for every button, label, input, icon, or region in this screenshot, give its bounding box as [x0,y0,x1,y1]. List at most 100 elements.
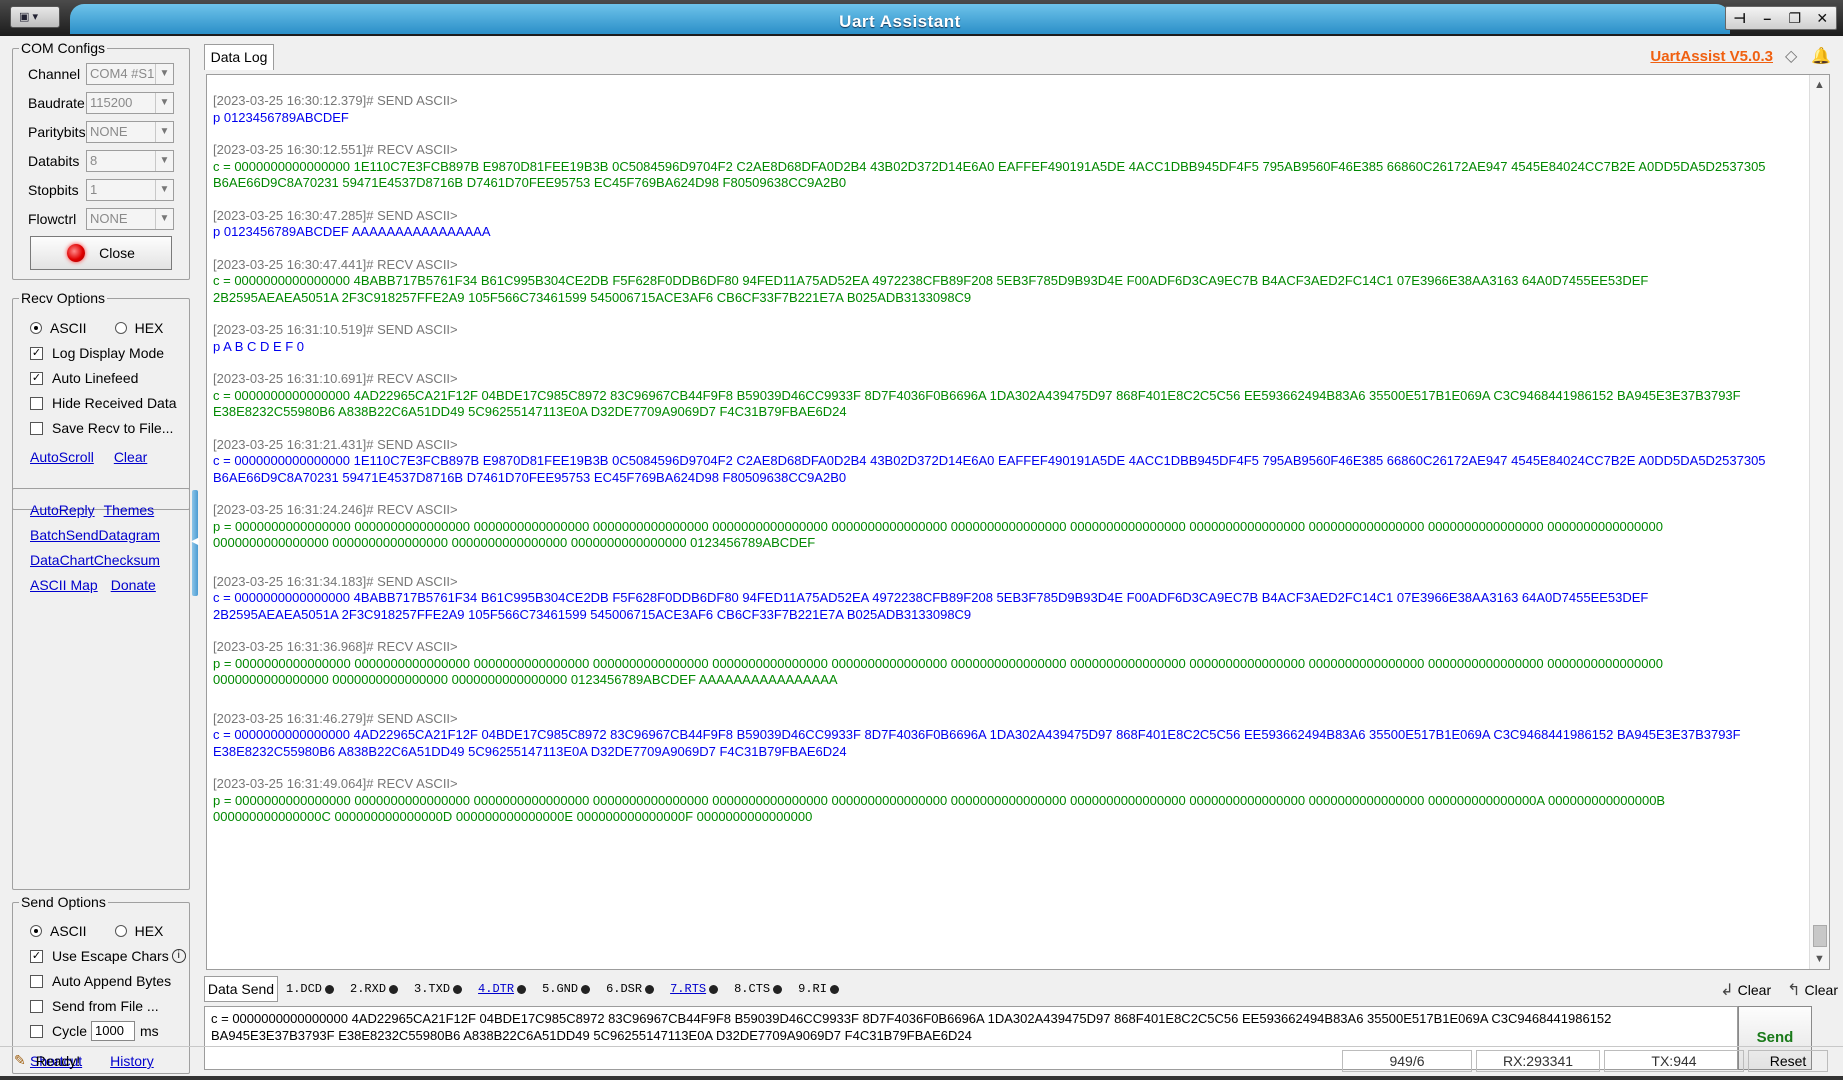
batch-send-link[interactable]: BatchSendDatagram [30,527,160,543]
ascii-map-link[interactable]: ASCII Map [30,577,98,593]
pin-indicator: 6.DSR [606,982,655,996]
append-checkbox[interactable] [30,974,43,988]
fromfile-row[interactable]: Send from File ... [30,994,159,1018]
com-configs-legend: COM Configs [21,40,106,56]
hide-recv-row[interactable]: Hide Received Data [30,391,177,415]
channel-row: Channel COM4 #S1 ▼ [28,62,174,86]
baudrate-select[interactable]: 115200 ▼ [86,92,174,114]
log-entry-header: [2023-03-25 16:30:47.441]# RECV ASCII> [213,256,458,272]
brand-link[interactable]: UartAssist V5.0.3 [1650,48,1773,65]
log-entry-line: p A B C D E F 0 [213,338,305,354]
recv-hex-radio[interactable] [114,322,127,334]
log-entry: [2023-03-25 16:30:47.441]# RECV ASCII> c … [213,257,1803,307]
status-bar: ✎ Ready! 949/6 RX:293341 TX:944 Reset [0,1046,1843,1076]
log-entry-header: [2023-03-25 16:31:10.691]# RECV ASCII> [213,371,458,386]
pin-state-icon [645,984,655,994]
pin-state-icon [325,984,335,994]
hide-recv-checkbox[interactable] [30,396,43,410]
title-tab: Uart Assistant [70,4,1730,34]
channel-select[interactable]: COM4 #S1 ▼ [86,63,174,85]
log-mode-row[interactable]: ✓ Log Display Mode [30,341,164,365]
app-menu-icon[interactable]: ▣ ▾ [10,6,60,28]
log-entry-header: [2023-03-25 16:31:24.246]# RECV ASCII> [213,502,458,517]
datachart-link[interactable]: DataChartChecksum [30,552,160,568]
log-entry-line: c = 0000000000000000 1E110C7E3FCB897B E9… [213,453,1766,468]
reset-button[interactable]: Reset [1748,1050,1828,1072]
clear-send-button[interactable]: ↰ Clear [1787,980,1838,1000]
stopbits-row: Stopbits 1 ▼ [28,178,174,202]
minimize-button[interactable]: – [1755,10,1779,26]
status-ready: ✎ Ready! [14,1052,80,1069]
close-window-button[interactable]: ✕ [1810,10,1834,27]
parity-select[interactable]: NONE ▼ [86,121,174,143]
info-icon[interactable]: i [171,949,186,963]
log-entry-header: [2023-03-25 16:30:47.285]# SEND ASCII> [213,207,458,223]
chevron-down-icon: ▼ [155,64,173,84]
log-scrollbar[interactable]: ▲ ▼ [1809,75,1829,969]
linefeed-checkbox[interactable]: ✓ [30,371,43,385]
save-recv-checkbox[interactable] [30,421,43,435]
diamond-icon[interactable]: ◇ [1785,46,1805,66]
save-recv-row[interactable]: Save Recv to File... [30,416,173,440]
fromfile-checkbox[interactable] [30,999,43,1013]
stopbits-select[interactable]: 1 ▼ [86,179,174,201]
autoscroll-link[interactable]: AutoScroll [30,449,94,465]
log-entry-line: 2B2595AEAEA5051A 2F3C918257FFE2A9 105F56… [213,289,972,305]
donate-link[interactable]: Donate [111,577,156,593]
escape-label: Use Escape Chars [52,948,169,964]
status-led-icon [67,244,86,262]
close-port-button[interactable]: Close [30,236,172,270]
pin-label: 4.DTR [478,982,515,996]
pin-label: 7.RTS [670,982,707,996]
pin-state-icon [709,984,719,994]
tools-row-2: BatchSendDatagram [30,523,160,547]
baudrate-row: Baudrate 115200 ▼ [28,91,174,115]
scroll-thumb[interactable] [1813,925,1827,947]
scroll-down-icon[interactable]: ▼ [1810,949,1829,969]
pin-indicators: 1.DCD 2.RXD 3.TXD 4.DTR 5.GND 6.DSR 7.RTS 8.CTS… [286,982,839,996]
linefeed-row[interactable]: ✓ Auto Linefeed [30,366,138,390]
databits-label: Databits [28,153,80,169]
append-row[interactable]: Auto Append Bytes [30,969,171,993]
flowctrl-select[interactable]: NONE ▼ [86,208,174,230]
log-entry-header: [2023-03-25 16:30:12.551]# RECV ASCII> [213,142,458,157]
recv-format-row: ASCII HEX [30,316,163,340]
log-entry: [2023-03-25 16:30:12.379]# SEND ASCII> p … [213,93,1803,126]
tx-counter: TX:944 [1604,1050,1744,1072]
log-entry-line: p 0123456789ABCDEF AAAAAAAAAAAAAAAA [213,224,491,239]
hide-recv-label: Hide Received Data [52,395,177,411]
pin-indicator[interactable]: 4.DTR [478,982,527,996]
cycle-input[interactable]: 1000 [91,1021,136,1041]
autoreply-link[interactable]: AutoReply [30,502,95,518]
pin-indicator[interactable]: 7.RTS [670,982,719,996]
themes-link[interactable]: Themes [104,502,155,518]
bell-icon[interactable]: 🔔 [1811,46,1831,66]
log-content: [2023-03-25 16:30:12.379]# SEND ASCII> p … [213,93,1803,842]
maximize-button[interactable]: ❐ [1783,10,1807,27]
data-log-view[interactable]: [2023-03-25 16:30:12.379]# SEND ASCII> p … [206,74,1830,970]
recv-ascii-radio[interactable] [30,322,42,334]
cycle-checkbox[interactable] [30,1024,43,1038]
scroll-up-icon[interactable]: ▲ [1810,75,1829,95]
send-ascii-radio[interactable] [30,925,42,937]
databits-select[interactable]: 8 ▼ [86,150,174,172]
log-mode-checkbox[interactable]: ✓ [30,346,43,360]
log-entry: [2023-03-25 16:31:21.431]# SEND ASCII> c … [213,437,1803,487]
log-entry: [2023-03-25 16:31:10.519]# SEND ASCII> p … [213,322,1803,355]
pen-icon: ✎ [14,1052,26,1068]
pin-icon[interactable]: ⊣ [1728,10,1752,27]
log-entry-line: c = 0000000000000000 4AD22965CA21F12F 04… [213,727,1741,742]
escape-row[interactable]: ✓ Use Escape Chars i [30,944,186,968]
tab-data-send[interactable]: Data Send [204,976,278,1002]
log-entry-line: p 0123456789ABCDEF [213,109,349,125]
pin-indicator: 1.DCD [286,982,335,996]
send-hex-radio[interactable] [114,925,127,937]
recv-clear-link[interactable]: Clear [114,449,147,465]
flowctrl-label: Flowctrl [28,211,77,227]
status-text: Ready! [35,1052,81,1069]
recv-ascii-label: ASCII [50,320,87,336]
clear-recv-button[interactable]: ↲ Clear [1720,980,1771,1000]
escape-checkbox[interactable]: ✓ [30,949,43,963]
stopbits-label: Stopbits [28,182,79,198]
tab-data-log[interactable]: Data Log [204,44,274,70]
